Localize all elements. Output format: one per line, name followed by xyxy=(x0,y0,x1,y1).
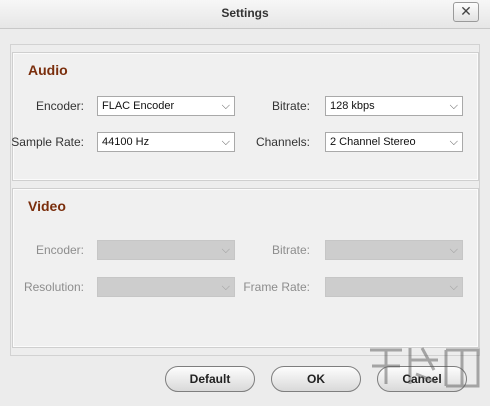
audio-bitrate-select[interactable]: 128 kbps ⌵ xyxy=(325,96,463,116)
channels-label: Channels: xyxy=(255,135,310,149)
audio-bitrate-value: 128 kbps xyxy=(330,100,375,112)
title-bar: Settings ✕ xyxy=(0,0,490,29)
chevron-down-icon: ⌵ xyxy=(449,100,458,112)
ok-button[interactable]: OK xyxy=(271,366,361,392)
channels-value: 2 Channel Stereo xyxy=(330,136,416,148)
video-heading: Video xyxy=(28,198,66,214)
resolution-select[interactable]: ⌵ xyxy=(97,277,235,297)
default-button[interactable]: Default xyxy=(165,366,255,392)
chevron-down-icon: ⌵ xyxy=(221,244,230,256)
audio-encoder-label: Encoder: xyxy=(35,99,84,113)
sample-rate-value: 44100 Hz xyxy=(102,136,150,148)
chevron-down-icon: ⌵ xyxy=(221,281,230,293)
chevron-down-icon: ⌵ xyxy=(221,136,230,148)
audio-encoder-value: FLAC Encoder xyxy=(102,100,175,112)
sample-rate-select[interactable]: 44100 Hz ⌵ xyxy=(97,132,235,152)
video-bitrate-label: Bitrate: xyxy=(271,243,310,257)
video-bitrate-select[interactable]: ⌵ xyxy=(325,240,463,260)
audio-heading: Audio xyxy=(28,62,68,78)
resolution-label: Resolution: xyxy=(23,280,84,294)
audio-encoder-select[interactable]: FLAC Encoder ⌵ xyxy=(97,96,235,116)
chevron-down-icon: ⌵ xyxy=(449,281,458,293)
audio-bitrate-label: Bitrate: xyxy=(271,99,310,113)
video-encoder-label: Encoder: xyxy=(35,243,84,257)
chevron-down-icon: ⌵ xyxy=(221,100,230,112)
close-button[interactable]: ✕ xyxy=(453,2,479,22)
window-title: Settings xyxy=(221,6,269,20)
sample-rate-label: Sample Rate: xyxy=(11,135,84,149)
channels-select[interactable]: 2 Channel Stereo ⌵ xyxy=(325,132,463,152)
audio-group: Audio xyxy=(12,52,479,181)
frame-rate-select[interactable]: ⌵ xyxy=(325,277,463,297)
video-encoder-select[interactable]: ⌵ xyxy=(97,240,235,260)
close-icon: ✕ xyxy=(460,3,472,19)
chevron-down-icon: ⌵ xyxy=(449,244,458,256)
watermark-logo xyxy=(370,347,480,388)
video-group: Video xyxy=(12,188,479,348)
chevron-down-icon: ⌵ xyxy=(449,136,458,148)
frame-rate-label: Frame Rate: xyxy=(243,280,310,294)
